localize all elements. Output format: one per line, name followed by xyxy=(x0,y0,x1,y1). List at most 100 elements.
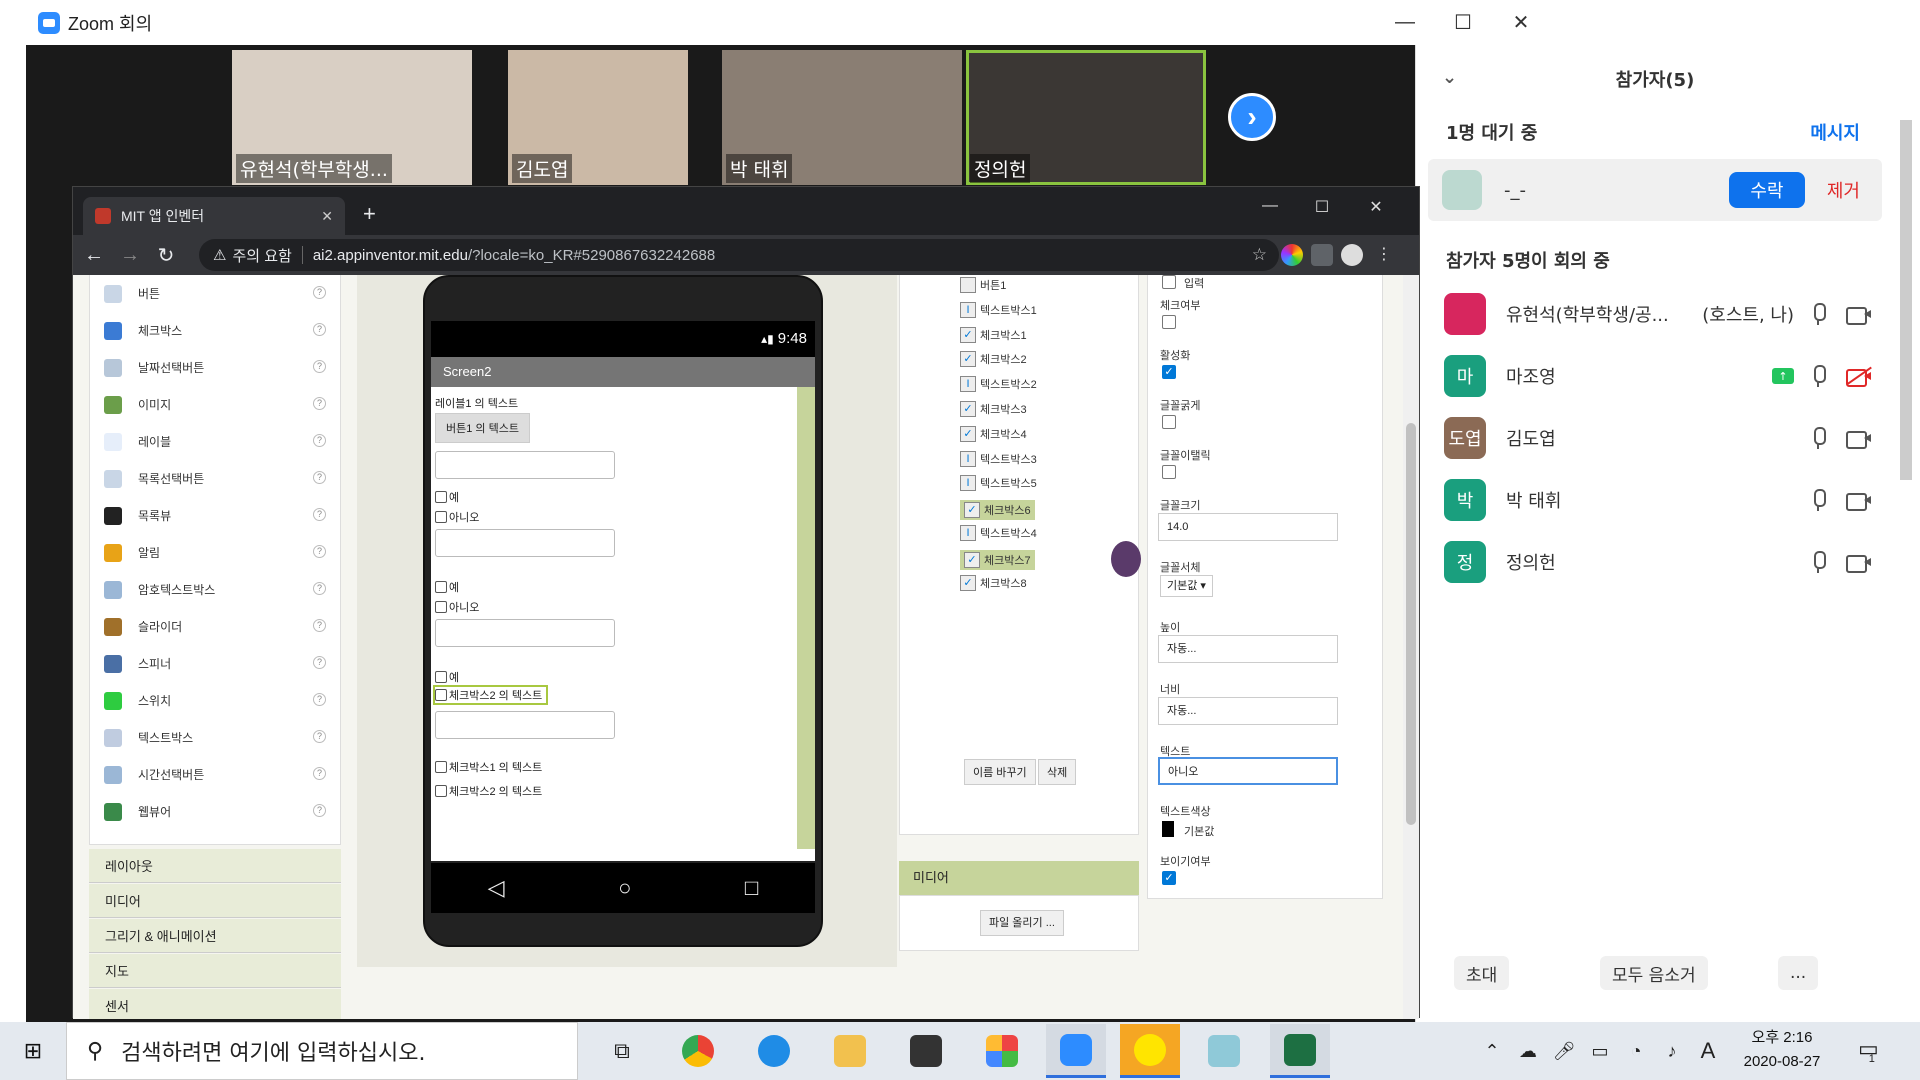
palette-item[interactable]: 웹뷰어? xyxy=(90,793,340,830)
component-tree-item[interactable]: I 텍스트박스3 xyxy=(960,450,1037,467)
component-tree-item[interactable]: I 텍스트박스1 xyxy=(960,301,1037,318)
help-icon[interactable]: ? xyxy=(313,360,326,373)
palette-item[interactable]: 알림? xyxy=(90,534,340,571)
palette-item[interactable]: 레이블? xyxy=(90,423,340,460)
checkbox-no[interactable]: 아니오 xyxy=(435,599,479,615)
video-tile-active-speaker[interactable]: 정의헌 xyxy=(966,50,1206,185)
textbox2[interactable] xyxy=(435,529,615,557)
background-scrollbar[interactable] xyxy=(1900,120,1912,480)
color-swatch[interactable] xyxy=(1162,821,1174,837)
participant-row[interactable]: 유현석(학부학생/공... (호스트, 나) xyxy=(1416,283,1894,345)
onedrive-cloud-icon[interactable]: ☁ xyxy=(1514,1041,1542,1062)
color-picker-extension-icon[interactable] xyxy=(1281,244,1303,266)
button1[interactable]: 버튼1 의 텍스트 xyxy=(435,413,530,443)
participant-row[interactable]: 정 정의헌 xyxy=(1416,531,1894,593)
video-camera-icon[interactable] xyxy=(1846,305,1872,325)
component-tree-item[interactable]: I 텍스트박스5 xyxy=(960,475,1037,492)
scrollbar-thumb[interactable] xyxy=(1406,423,1416,825)
height-input[interactable]: 자동... xyxy=(1158,635,1338,663)
video-tile[interactable]: 김도엽 xyxy=(508,50,688,185)
help-icon[interactable]: ? xyxy=(313,397,326,410)
more-button[interactable]: ... xyxy=(1778,956,1819,990)
checkbox1[interactable]: 체크박스1 의 텍스트 xyxy=(435,759,542,775)
palette-item[interactable]: 이미지? xyxy=(90,386,340,423)
palette-item[interactable]: 암호텍스트박스? xyxy=(90,571,340,608)
video-camera-icon[interactable] xyxy=(1846,553,1872,573)
video-off-icon[interactable] xyxy=(1846,366,1872,387)
back-button[interactable]: ← xyxy=(79,244,109,267)
palette-item[interactable]: 슬라이더? xyxy=(90,608,340,645)
help-icon[interactable]: ? xyxy=(313,434,326,447)
excel-app-icon[interactable] xyxy=(1270,1024,1330,1078)
palette-category-drawing[interactable]: 그리기 & 애니메이션 xyxy=(89,919,341,953)
textbox1[interactable] xyxy=(435,451,615,479)
palette-category-sensors[interactable]: 센서 xyxy=(89,989,341,1019)
notification-center-icon[interactable]: ▭1 xyxy=(1858,1036,1885,1065)
invite-button[interactable]: 초대 xyxy=(1454,956,1510,990)
close-button[interactable]: ✕ xyxy=(1486,0,1556,45)
palette-item[interactable]: 날짜선택버튼? xyxy=(90,349,340,386)
rename-button[interactable]: 이름 바꾸기 xyxy=(964,759,1036,785)
label1[interactable]: 레이블1 의 텍스트 xyxy=(435,395,518,411)
help-icon[interactable]: ? xyxy=(313,693,326,706)
palette-item[interactable]: 버튼? xyxy=(90,275,340,312)
taskbar-search[interactable]: ⚲ 검색하려면 여기에 입력하십시오. xyxy=(66,1022,578,1080)
help-icon[interactable]: ? xyxy=(313,582,326,595)
participant-row[interactable]: 마 마조영 ↑ xyxy=(1416,345,1894,407)
palette-category-media[interactable]: 미디어 xyxy=(89,884,341,918)
palette-item[interactable]: 스피너? xyxy=(90,645,340,682)
microphone-icon[interactable] xyxy=(1808,550,1828,574)
battery-icon[interactable]: ▭ xyxy=(1586,1041,1614,1062)
task-view-icon[interactable]: ⧉ xyxy=(592,1024,652,1078)
menu-kebab-icon[interactable]: ⋮ xyxy=(1373,244,1395,266)
video-camera-icon[interactable] xyxy=(1846,429,1872,449)
textbox3[interactable] xyxy=(435,619,615,647)
help-icon[interactable]: ? xyxy=(313,471,326,484)
store-app-icon[interactable] xyxy=(896,1024,956,1078)
checkbox2-selected[interactable]: 체크박스2 의 텍스트 xyxy=(432,685,549,705)
component-tree-item[interactable]: ✓ 체크박스1 xyxy=(960,326,1027,343)
palette-item[interactable]: 목록뷰? xyxy=(90,497,340,534)
component-tree-item[interactable]: ✓ 체크박스6 xyxy=(960,500,1035,521)
remove-button[interactable]: 제거 xyxy=(1827,177,1860,203)
component-tree-item[interactable]: ✓ 체크박스4 xyxy=(960,425,1027,442)
participant-row[interactable]: 박 박 태휘 xyxy=(1416,469,1894,531)
forward-button[interactable]: → xyxy=(115,244,145,267)
italic-checkbox[interactable] xyxy=(1162,465,1176,479)
chrome-app-icon[interactable] xyxy=(668,1024,728,1078)
palette-item[interactable]: 목록선택버튼? xyxy=(90,460,340,497)
microphone-icon[interactable] xyxy=(1808,426,1828,450)
component-tree-item[interactable]: ✓ 체크박스2 xyxy=(960,351,1027,368)
help-icon[interactable]: ? xyxy=(313,656,326,669)
help-icon[interactable]: ? xyxy=(313,804,326,817)
delete-button[interactable]: 삭제 xyxy=(1038,759,1077,785)
profile-avatar-icon[interactable] xyxy=(1341,244,1363,266)
checkbox-yes[interactable]: 예 xyxy=(435,669,459,685)
file-explorer-icon[interactable] xyxy=(820,1024,880,1078)
chevron-down-icon[interactable]: ⌄ xyxy=(1442,67,1457,88)
component-tree-item[interactable]: I 텍스트박스4 xyxy=(960,525,1037,541)
new-tab-button[interactable]: + xyxy=(363,201,376,227)
help-icon[interactable]: ? xyxy=(313,323,326,336)
tab-appinventor[interactable]: MIT 앱 인벤터 ✕ xyxy=(83,197,345,235)
volume-icon[interactable]: ♪ xyxy=(1658,1041,1686,1062)
help-icon[interactable]: ? xyxy=(313,286,326,299)
zoom-app-icon[interactable] xyxy=(1046,1024,1106,1078)
microphone-icon[interactable] xyxy=(1808,488,1828,512)
wifi-icon[interactable]: ◔ xyxy=(1622,1041,1650,1062)
component-tree-item[interactable]: ✓ 체크박스7 xyxy=(960,549,1035,570)
microphone-icon[interactable] xyxy=(1808,302,1828,326)
help-icon[interactable]: ? xyxy=(313,545,326,558)
textcolor-value[interactable]: 기본값 xyxy=(1184,823,1214,839)
component-tree-item[interactable]: 버튼1 xyxy=(960,277,1006,293)
palette-category-maps[interactable]: 지도 xyxy=(89,954,341,988)
page-scrollbar[interactable] xyxy=(1403,275,1419,1019)
chrome-minimize-button[interactable]: — xyxy=(1247,197,1293,215)
address-bar[interactable]: ⚠ 주의 요함 ai2.appinventor.mit.edu /?locale… xyxy=(199,239,1279,271)
component-tree-item[interactable]: ✓ 체크박스3 xyxy=(960,401,1027,417)
typeface-select[interactable]: 기본값 ▾ xyxy=(1160,575,1213,597)
microphone-icon[interactable]: 🎤︎ xyxy=(1550,1041,1578,1062)
textbox4[interactable] xyxy=(435,711,615,739)
reload-button[interactable]: ↻ xyxy=(151,243,181,268)
bookmark-star-icon[interactable]: ☆ xyxy=(1252,245,1267,265)
